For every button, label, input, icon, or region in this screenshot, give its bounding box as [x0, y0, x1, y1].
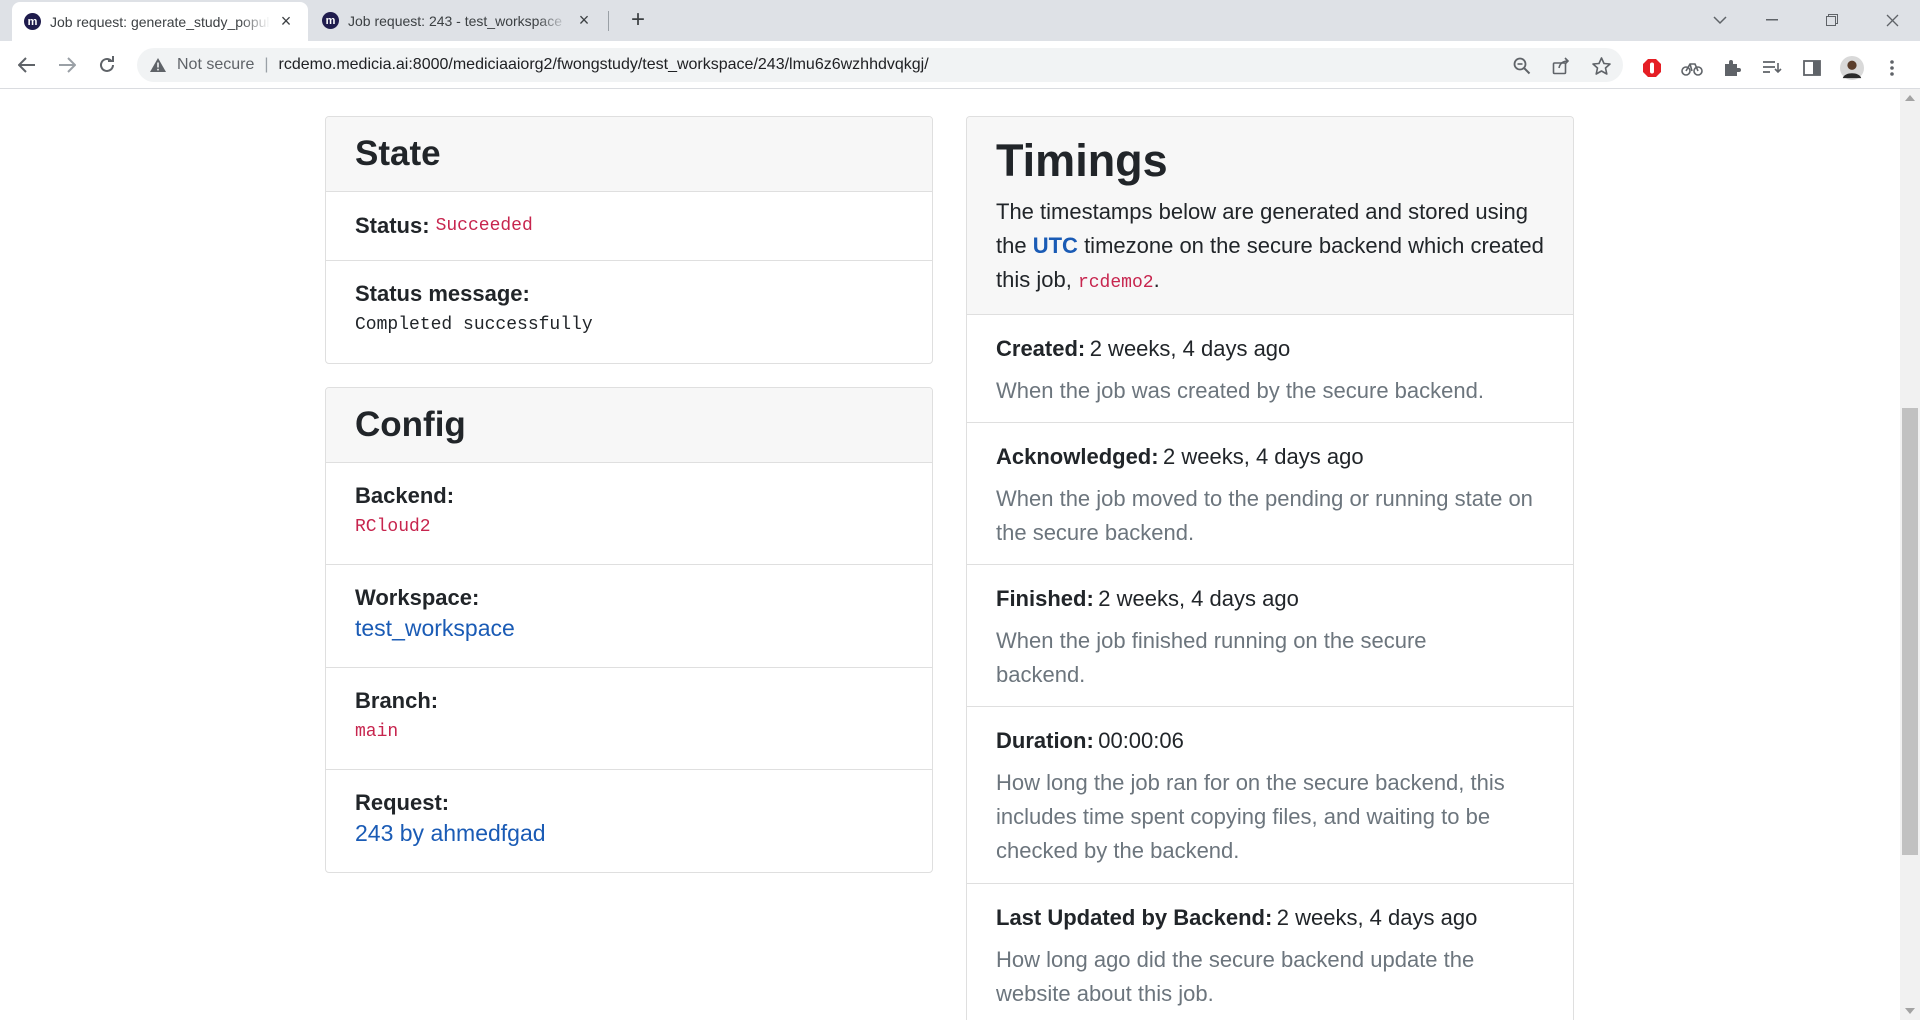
- scrollbar-thumb[interactable]: [1902, 408, 1918, 855]
- status-message-label: Status message:: [355, 281, 530, 306]
- restore-icon[interactable]: [1812, 6, 1852, 34]
- timing-description: How long the job ran for on the secure b…: [996, 770, 1505, 863]
- branch-row: Branch: main: [326, 668, 932, 770]
- timings-title: Timings: [996, 135, 1168, 186]
- workspace-label: Workspace:: [355, 585, 480, 610]
- backend-row: Backend: RCloud2: [326, 463, 932, 565]
- address-bar[interactable]: Not secure | rcdemo.medicia.ai:8000/medi…: [137, 48, 1623, 82]
- back-icon[interactable]: [11, 49, 43, 81]
- minimize-icon[interactable]: [1752, 6, 1792, 34]
- config-card: Config Backend: RCloud2 Workspace: test_…: [325, 387, 933, 873]
- utc-link[interactable]: UTC: [1033, 233, 1078, 258]
- timing-value: 2 weeks, 4 days ago: [1276, 905, 1478, 930]
- zoom-icon[interactable]: [1510, 54, 1534, 78]
- new-tab-button[interactable]: +: [624, 6, 652, 34]
- forward-icon[interactable]: [51, 49, 83, 81]
- scroll-down-arrow-icon[interactable]: [1905, 1008, 1915, 1014]
- not-secure-label[interactable]: Not secure: [177, 56, 254, 74]
- backend-label: Backend:: [355, 483, 455, 508]
- site-favicon-icon: m: [24, 13, 41, 30]
- status-value: Succeeded: [435, 216, 533, 236]
- profile-avatar[interactable]: [1840, 56, 1864, 80]
- status-label: Status:: [355, 213, 430, 238]
- close-window-icon[interactable]: [1872, 6, 1912, 34]
- config-title: Config: [355, 405, 466, 444]
- side-panel-icon[interactable]: [1800, 56, 1824, 80]
- timing-label: Last Updated by Backend:: [996, 905, 1273, 930]
- state-title: State: [355, 134, 441, 173]
- timings-card: Timings The timestamps below are generat…: [966, 116, 1574, 1020]
- status-message-value: Completed successfully: [355, 315, 593, 335]
- timing-row-created: Created: 2 weeks, 4 days ago When the jo…: [967, 315, 1573, 423]
- timing-description: When the job was created by the secure b…: [996, 378, 1484, 403]
- tab-title: Job request: 243 - test_workspace: [348, 12, 563, 29]
- timings-card-header: Timings The timestamps below are generat…: [967, 117, 1573, 315]
- extensions-puzzle-icon[interactable]: [1720, 56, 1744, 80]
- timings-intro-end: .: [1153, 267, 1160, 292]
- tab-job-request-243[interactable]: m Job request: 243 - test_workspace ×: [310, 0, 608, 41]
- adblock-extension-icon[interactable]: [1640, 56, 1664, 80]
- reading-list-icon[interactable]: [1760, 56, 1784, 80]
- workspace-link[interactable]: test_workspace: [355, 615, 903, 642]
- timing-row-acknowledged: Acknowledged: 2 weeks, 4 days ago When t…: [967, 423, 1573, 565]
- scroll-up-arrow-icon[interactable]: [1905, 95, 1915, 101]
- timings-intro: The timestamps below are generated and s…: [996, 195, 1544, 300]
- browser-toolbar: Not secure | rcdemo.medicia.ai:8000/medi…: [0, 41, 1920, 89]
- timing-description: When the job finished running on the sec…: [996, 628, 1427, 687]
- tab-separator: [608, 11, 609, 31]
- reload-icon[interactable]: [91, 49, 123, 81]
- timing-row-duration: Duration: 00:00:06 How long the job ran …: [967, 707, 1573, 884]
- timing-description: How long ago did the secure backend upda…: [996, 947, 1475, 1006]
- timing-row-finished: Finished: 2 weeks, 4 days ago When the j…: [967, 565, 1573, 707]
- site-favicon-icon: m: [322, 12, 339, 29]
- page-viewport: State Status: Succeeded Status message: …: [0, 89, 1900, 1020]
- timing-description: When the job moved to the pending or run…: [996, 486, 1533, 545]
- workspace-row: Workspace: test_workspace: [326, 565, 932, 668]
- url-text[interactable]: rcdemo.medicia.ai:8000/mediciaaiorg2/fwo…: [279, 56, 929, 74]
- status-row: Status: Succeeded: [326, 192, 932, 261]
- config-card-header: Config: [326, 388, 932, 463]
- timing-row-last-updated: Last Updated by Backend: 2 weeks, 4 days…: [967, 884, 1573, 1011]
- request-link[interactable]: 243 by ahmedfgad: [355, 820, 903, 847]
- branch-value: main: [355, 722, 399, 742]
- tab-search-icon[interactable]: [1700, 6, 1740, 34]
- timing-label: Finished:: [996, 586, 1094, 611]
- tab-job-request-generate[interactable]: m Job request: generate_study_population…: [12, 2, 308, 41]
- branch-label: Branch:: [355, 688, 439, 713]
- cycling-extension-icon[interactable]: [1680, 56, 1704, 80]
- timing-label: Created:: [996, 336, 1086, 361]
- timing-value: 00:00:06: [1098, 728, 1184, 753]
- state-card-header: State: [326, 117, 932, 192]
- timing-label: Acknowledged:: [996, 444, 1159, 469]
- timing-value: 2 weeks, 4 days ago: [1089, 336, 1291, 361]
- backend-value: RCloud2: [355, 517, 431, 537]
- browser-tab-bar: m Job request: generate_study_population…: [0, 0, 1920, 41]
- request-row: Request: 243 by ahmedfgad: [326, 770, 932, 847]
- request-label: Request:: [355, 790, 450, 815]
- timing-value: 2 weeks, 4 days ago: [1098, 586, 1299, 611]
- omnibox-divider: |: [264, 56, 269, 73]
- close-tab-icon[interactable]: ×: [574, 10, 594, 31]
- timing-label: Duration:: [996, 728, 1094, 753]
- close-tab-icon[interactable]: ×: [276, 11, 296, 32]
- not-secure-warning-icon[interactable]: [149, 56, 167, 74]
- tab-title: Job request: generate_study_population: [50, 13, 270, 30]
- bookmark-star-icon[interactable]: [1589, 54, 1613, 78]
- state-card: State Status: Succeeded Status message: …: [325, 116, 933, 364]
- share-icon[interactable]: [1549, 54, 1573, 78]
- browser-menu-icon[interactable]: [1880, 56, 1904, 80]
- status-message-row: Status message: Completed successfully: [326, 261, 932, 335]
- timing-value: 2 weeks, 4 days ago: [1163, 444, 1364, 469]
- backend-name-code: rcdemo2: [1077, 273, 1154, 293]
